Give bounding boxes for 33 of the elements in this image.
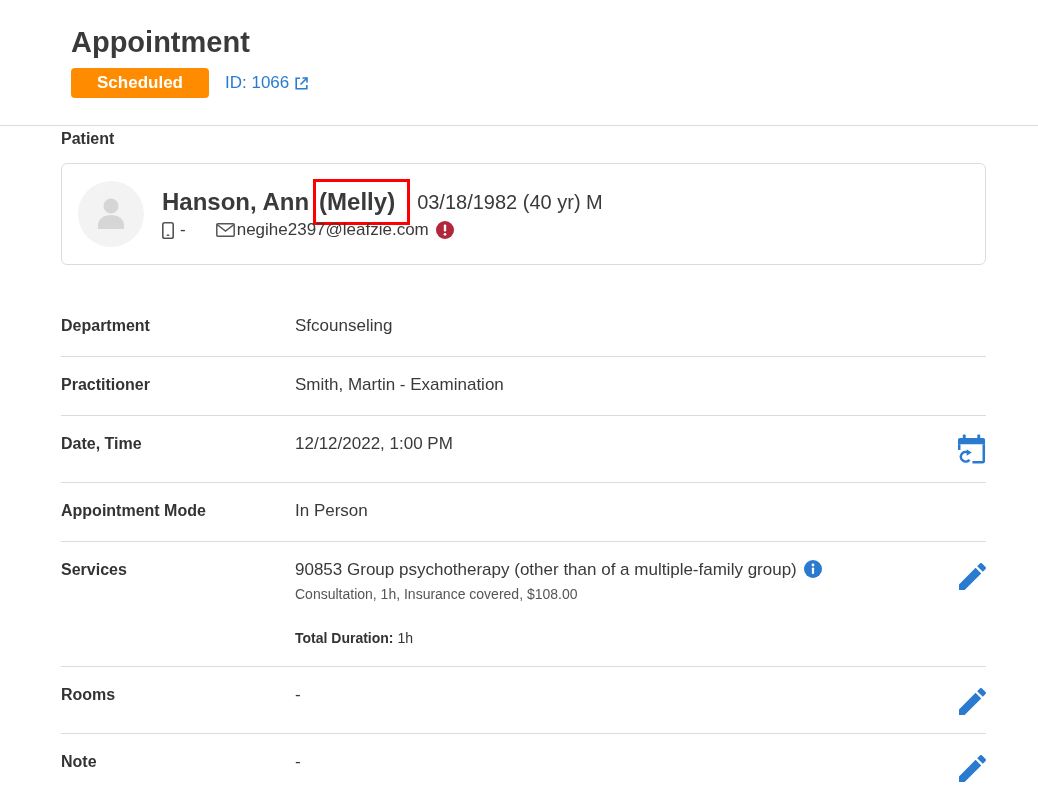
status-badge: Scheduled bbox=[71, 68, 209, 98]
field-label: Practitioner bbox=[61, 375, 151, 395]
service-details: Consultation, 1h, Insurance covered, $108.00 bbox=[295, 585, 579, 604]
field-value: Smith, Martin - Examination bbox=[295, 375, 504, 394]
pencil-icon[interactable] bbox=[959, 755, 986, 782]
phone-value: - bbox=[180, 219, 186, 241]
phone-icon bbox=[162, 221, 174, 239]
field-value: - bbox=[295, 752, 301, 771]
pencil-icon[interactable] bbox=[959, 563, 986, 590]
field-value: Sfcounseling bbox=[295, 316, 393, 335]
info-icon[interactable] bbox=[803, 560, 822, 578]
field-label: Rooms bbox=[61, 685, 117, 705]
field-label: Department bbox=[61, 316, 151, 336]
page-title: Appointment bbox=[71, 25, 250, 60]
field-label: Services bbox=[61, 560, 128, 580]
field-label: Date, Time bbox=[61, 434, 143, 454]
avatar-icon bbox=[78, 181, 144, 247]
service-name: 90853 Group psychotherapy (other than of a multiple-family group) bbox=[295, 560, 797, 579]
pencil-icon[interactable] bbox=[959, 688, 986, 715]
id-link[interactable]: ID: 1066 bbox=[225, 70, 309, 96]
alert-icon bbox=[435, 221, 454, 239]
patient-demographics: 03/18/1982 (40 yr) M bbox=[417, 190, 603, 215]
field-value: - bbox=[295, 685, 301, 704]
field-value: 12/12/2022, 1:00 PM bbox=[295, 434, 453, 453]
section-heading: Patient bbox=[61, 129, 115, 149]
field-label: Note bbox=[61, 752, 98, 772]
mail-icon bbox=[215, 223, 235, 237]
field-value: In Person bbox=[295, 501, 368, 520]
total-duration: Total Duration: 1h bbox=[295, 629, 414, 648]
patient-name: Hanson, Ann bbox=[162, 187, 310, 217]
field-label: Appointment Mode bbox=[61, 501, 207, 521]
external-link-icon[interactable] bbox=[295, 76, 309, 90]
calendar-refresh-icon[interactable] bbox=[957, 434, 986, 464]
